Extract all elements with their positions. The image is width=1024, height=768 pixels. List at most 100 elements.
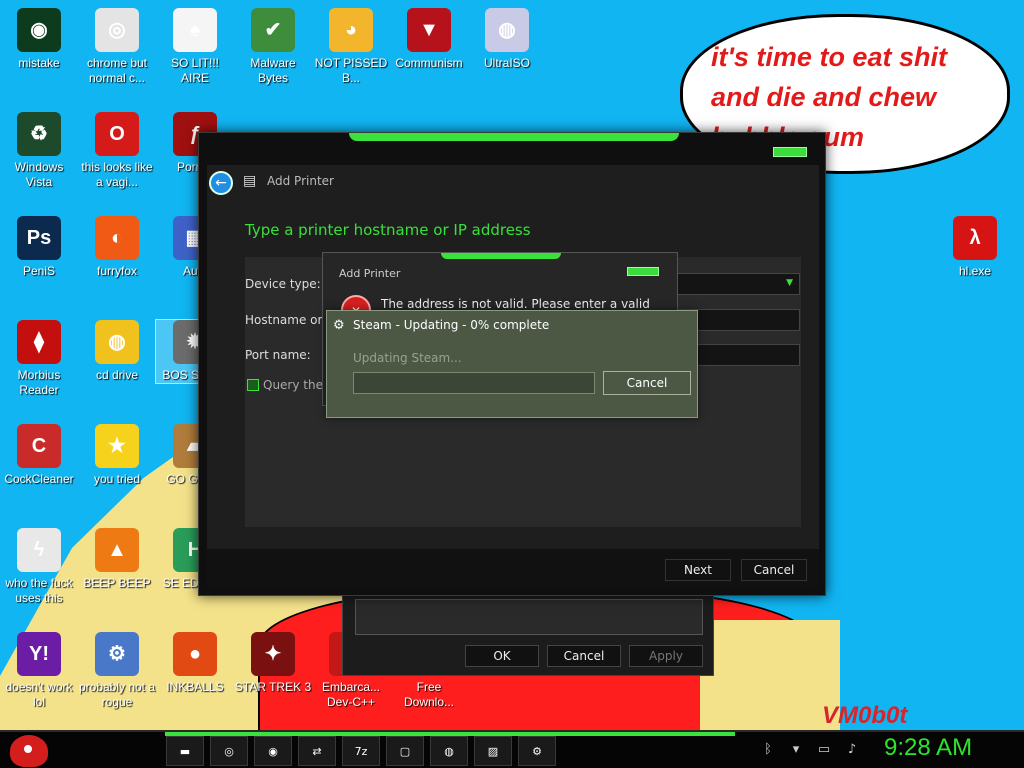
desktop-icon[interactable]: ★ you tried	[78, 424, 156, 487]
clock[interactable]: 9:28 AM	[884, 734, 972, 762]
page-heading: Type a printer hostname or IP address	[245, 221, 531, 239]
desktop-icon[interactable]: ◎ chrome but normal c...	[78, 8, 156, 86]
desktop-icon-label: Embarca... Dev-C++	[321, 680, 381, 709]
desktop-icon-label: who the fuck uses this	[5, 576, 73, 605]
desktop-icon-label: chrome but normal c...	[86, 56, 148, 85]
start-button-angry-bird-icon[interactable]	[8, 733, 50, 768]
window-control[interactable]	[773, 147, 807, 157]
desktop-icon[interactable]: Y! doesn't work lol	[0, 632, 78, 710]
cancel-button[interactable]: Cancel	[741, 559, 807, 581]
desktop-icon-label: doesn't work lol	[5, 680, 73, 709]
desktop-icon[interactable]: ◉ mistake	[0, 8, 78, 71]
taskbar-chrome-alt-icon[interactable]: ◉	[254, 736, 292, 766]
desktop-icon-label: BEEP BEEP	[83, 576, 151, 590]
taskbar-window-icon[interactable]: ▢	[386, 736, 424, 766]
steam-cancel-button[interactable]: Cancel	[603, 371, 691, 395]
back-arrow-icon[interactable]: ←	[209, 171, 233, 195]
window-footer: Next Cancel	[207, 549, 819, 589]
steam-progress-bar	[353, 372, 595, 394]
taskbar: ▬ ◎ ◉ ⇄ 7z ▢ ◍ ▨ ⚙ ᛒ ▾ ▭ ♪ 9:28 AM	[0, 730, 1024, 768]
wallpaper-signature: VM0b0t	[822, 702, 908, 729]
desktop-icon[interactable]: ✔ Malware Bytes	[234, 8, 312, 86]
wallpaper-yellow-shape-right	[700, 620, 840, 730]
desktop-icon[interactable]: ◕ NOT PISSED B...	[312, 8, 390, 86]
chevron-down-icon[interactable]: ▾	[788, 742, 804, 758]
steam-update-dialog: ⚙ Steam - Updating - 0% complete Updatin…	[326, 310, 698, 418]
desktop-icon-label: Windows Vista	[14, 160, 64, 189]
taskbar-folder-icon[interactable]: ▬	[166, 736, 204, 766]
volume-icon[interactable]: ♪	[844, 742, 860, 758]
printer-icon: ▤	[243, 173, 257, 189]
desktop-icon-label: probably not a rogue	[78, 680, 156, 709]
desktop-icon-label: CockCleaner	[4, 472, 74, 486]
apply-button[interactable]: Apply	[629, 645, 703, 667]
desktop-icon-label: this looks like a vagi...	[81, 160, 153, 189]
desktop-icon[interactable]: ♠ SO LIT!!! AIRE	[156, 8, 234, 86]
background-dialog: OK Cancel Apply	[342, 592, 714, 676]
opera-icon: O	[95, 112, 139, 156]
desktop-icon[interactable]: ϟ who the fuck uses this	[0, 528, 78, 606]
desktop-icon[interactable]: Othis looks like a vagi...	[78, 112, 156, 190]
bubble-line: and die and chew	[711, 82, 937, 112]
desktop-icon[interactable]: ◐ furryfox	[78, 216, 156, 279]
desktop-icon[interactable]: λ hl.exe	[936, 216, 1014, 279]
desktop-icon-label: mistake	[18, 56, 60, 70]
firefox-icon: ◐	[95, 216, 139, 260]
desktop-icon-label: INKBALLS	[166, 680, 224, 694]
yahoo-icon: Y!	[17, 632, 61, 676]
hostname-label: Hostname or I	[245, 313, 330, 327]
taskbar-7zip-icon[interactable]: 7z	[342, 736, 380, 766]
cd-icon: ◍	[95, 320, 139, 364]
error-dialog-control[interactable]	[627, 267, 659, 276]
photoshop-icon: Ps	[17, 216, 61, 260]
desktop-icon[interactable]: ▼ Communism	[390, 8, 468, 71]
pdf-icon: ⧫	[17, 320, 61, 364]
taskbar-photos-icon[interactable]: ▨	[474, 736, 512, 766]
desktop-icon-label: UltraISO	[483, 56, 530, 70]
desktop-icon[interactable]: ▲ BEEP BEEP	[78, 528, 156, 591]
window-title: Add Printer	[267, 174, 334, 188]
steam-icon: ⚙	[333, 318, 345, 333]
desktop-icon-label: Free Downlo...	[403, 680, 455, 709]
desktop-icon[interactable]: C CockCleaner	[0, 424, 78, 487]
desktop-icon-label: you tried	[93, 472, 141, 486]
lightning-icon: ϟ	[17, 528, 61, 572]
bluetooth-icon[interactable]: ᛒ	[760, 742, 776, 758]
query-checkbox[interactable]	[247, 379, 259, 391]
next-button[interactable]: Next	[665, 559, 731, 581]
background-cancel-button[interactable]: Cancel	[547, 645, 621, 667]
desktop-icon[interactable]: ◍ cd drive	[78, 320, 156, 383]
desktop-icon-label: NOT PISSED B...	[314, 56, 388, 85]
desktop-icon[interactable]: ⧫ Morbius Reader	[0, 320, 78, 398]
taskbar-steam-icon[interactable]: ⚙	[518, 736, 556, 766]
razer-icon: ◉	[17, 8, 61, 52]
desktop-icon[interactable]: ● INKBALLS	[156, 632, 234, 695]
desktop-icon-label: PeniS	[22, 264, 56, 278]
desktop-icon[interactable]: ⚙ probably not a rogue	[78, 632, 156, 710]
desktop-icon-label: hl.exe	[958, 264, 992, 278]
taskbar-disc-icon[interactable]: ◍	[430, 736, 468, 766]
error-message: The address is not valid. Please enter a…	[381, 297, 650, 311]
desktop-icon-label: STAR TREK 3	[234, 680, 312, 694]
vlc-cone-icon: ▲	[95, 528, 139, 572]
gears-icon: ⚙	[95, 632, 139, 676]
battery-icon[interactable]: ▭	[816, 742, 832, 758]
emblem-icon: ▼	[407, 8, 451, 52]
desktop-icon[interactable]: ♻ Windows Vista	[0, 112, 78, 190]
bird-eye	[24, 745, 32, 753]
desktop-icon-label: Malware Bytes	[250, 56, 296, 85]
error-dialog-title: Add Printer	[339, 267, 401, 280]
desktop-icon[interactable]: ✦ STAR TREK 3	[234, 632, 312, 695]
taskbar-network-icon[interactable]: ⇄	[298, 736, 336, 766]
desktop-icon[interactable]: ◍ UltraISO	[468, 8, 546, 71]
desktop-icon-label: SO LIT!!! AIRE	[170, 56, 219, 85]
background-dialog-list[interactable]	[355, 599, 703, 635]
ok-button[interactable]: OK	[465, 645, 539, 667]
half-life-icon: λ	[953, 216, 997, 260]
angry-pig-icon: ◕	[329, 8, 373, 52]
taskbar-chrome-icon[interactable]: ◎	[210, 736, 248, 766]
device-type-label: Device type:	[245, 277, 321, 291]
port-name-label: Port name:	[245, 348, 311, 362]
desktop-icon[interactable]: Ps PeniS	[0, 216, 78, 279]
desktop-icon-label: cd drive	[95, 368, 139, 382]
